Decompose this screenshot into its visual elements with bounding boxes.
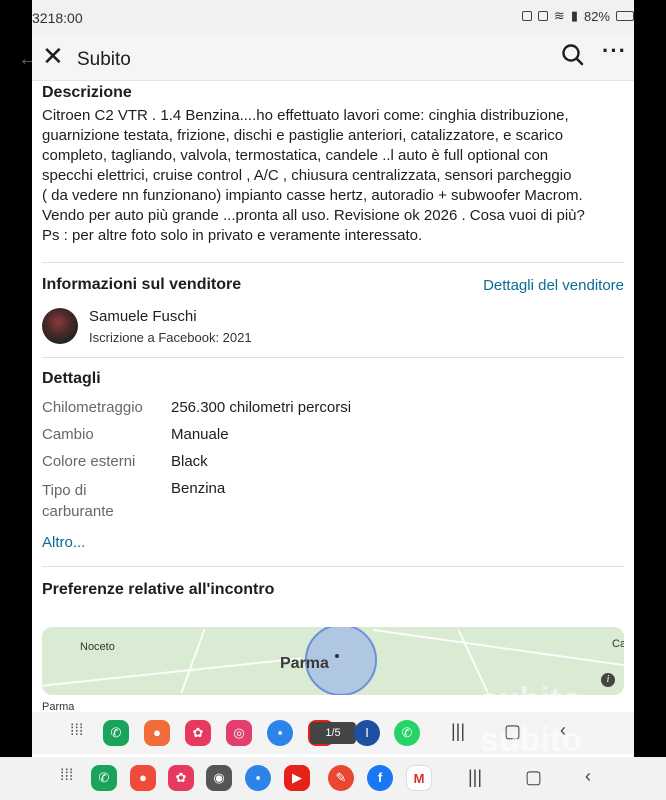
detail-label: Cambio <box>42 426 94 443</box>
info-icon[interactable]: i <box>601 673 615 687</box>
instagram-app-icon[interactable]: ◎ <box>226 720 252 746</box>
page-title: Subito <box>77 49 131 70</box>
seller-section-title: Informazioni sul venditore <box>42 276 242 293</box>
facebook-app-icon[interactable]: f <box>367 765 393 791</box>
signal-icon: ▮ <box>570 8 578 23</box>
home-icon[interactable]: ▢ <box>525 767 542 788</box>
map-town-label: Noceto <box>80 641 115 653</box>
map-center-dot <box>335 654 339 658</box>
gallery-app-icon[interactable]: ✿ <box>168 765 194 791</box>
description-title: Descrizione <box>42 84 132 101</box>
back-icon[interactable]: ‹ <box>585 766 591 787</box>
search-icon[interactable] <box>560 42 586 68</box>
messages-app-icon[interactable]: ▪ <box>245 765 271 791</box>
detail-label: Chilometraggio <box>42 399 143 416</box>
seller-joined: Iscrizione a Facebook: 2021 <box>89 330 252 345</box>
contacts-app-icon[interactable]: ● <box>144 720 170 746</box>
map-road <box>373 628 624 668</box>
system-taskbar: ⁞⁞⁞ ✆ ● ✿ ◉ ▪ ▶ ✎ f M ||| ▢ ‹ <box>0 757 666 800</box>
status-bar: 3218:00 ≋ ▮ 82% <box>32 0 634 36</box>
description-text: Citroen C2 VTR . 1.4 Benzina....ho effet… <box>42 107 585 244</box>
watermark-text: subito <box>480 721 582 759</box>
top-bar: ✕ Subito ··· <box>32 36 634 81</box>
more-details-link[interactable]: Altro... <box>42 534 624 551</box>
listing-content: Descrizione Citroen C2 VTR . 1.4 Benzina… <box>42 80 624 599</box>
battery-percent: 82% <box>583 8 610 24</box>
seller-details-link[interactable]: Dettagli del venditore <box>483 277 624 294</box>
app-drawer-icon[interactable]: ⁞⁞⁞ <box>70 722 83 740</box>
battery-icon <box>616 11 634 21</box>
alarm-icon <box>537 11 548 21</box>
detail-value: Black <box>171 453 208 470</box>
detail-row: Tipo di carburante Benzina <box>42 480 624 534</box>
more-options-icon[interactable]: ··· <box>602 38 627 64</box>
camera-app-icon[interactable]: ◉ <box>206 765 232 791</box>
recent-apps-icon[interactable]: ||| <box>468 767 482 788</box>
meeting-title: Preferenze relative all'incontro <box>42 581 275 598</box>
detail-value: 256.300 chilometri percorsi <box>171 399 352 416</box>
detail-row: Colore esterni Black <box>42 453 624 480</box>
recent-apps-icon[interactable]: ||| <box>451 721 465 742</box>
status-icons: ≋ ▮ 82% <box>521 8 634 24</box>
whatsapp-app-icon[interactable]: ✆ <box>394 720 420 746</box>
map-road <box>180 628 206 694</box>
detail-label: Tipo di carburante <box>42 482 114 520</box>
phone-frame: ← 3218:00 ≋ ▮ 82% ✕ Subito ··· Descrizio… <box>0 0 666 800</box>
subito-watermark: subito subito <box>480 680 582 760</box>
messages-app-icon[interactable]: ▪ <box>267 720 293 746</box>
app-drawer-icon[interactable]: ⁞⁞⁞ <box>60 767 73 785</box>
detail-label: Colore esterni <box>42 453 136 470</box>
wifi-icon: ≋ <box>553 8 565 23</box>
youtube-app-icon[interactable]: ▶ <box>284 765 310 791</box>
map-city-label: Parma <box>280 655 329 672</box>
gmail-app-icon[interactable]: M <box>406 765 432 791</box>
phone-app-icon[interactable]: ✆ <box>91 765 117 791</box>
media-page-badge: 1/5 <box>310 722 356 744</box>
detail-value: Benzina <box>171 480 226 497</box>
app-screen: 3218:00 ≋ ▮ 82% ✕ Subito ··· Descrizione… <box>32 0 634 757</box>
gallery-app-icon[interactable]: ✿ <box>185 720 211 746</box>
avatar[interactable] <box>42 308 78 344</box>
seller-name[interactable]: Samuele Fuschi <box>89 308 197 325</box>
notification-icon <box>521 11 532 21</box>
detail-row: Cambio Manuale <box>42 426 624 453</box>
contacts-app-icon[interactable]: ● <box>130 765 156 791</box>
detail-row: Chilometraggio 256.300 chilometri percor… <box>42 399 624 426</box>
details-title: Dettagli <box>42 370 101 387</box>
detail-value: Manuale <box>171 426 229 443</box>
app-icon[interactable]: I <box>354 720 380 746</box>
watermark-text: subito <box>480 681 582 719</box>
status-time: 3218:00 <box>32 10 83 26</box>
phone-app-icon[interactable]: ✆ <box>103 720 129 746</box>
app-icon[interactable]: ✎ <box>328 765 354 791</box>
seller-card[interactable]: Samuele Fuschi Iscrizione a Facebook: 20… <box>42 308 624 348</box>
close-icon[interactable]: ✕ <box>42 42 64 70</box>
seller-header: Informazioni sul venditore Dettagli del … <box>42 276 624 300</box>
map-road <box>42 657 302 687</box>
map-edge-label: Cas <box>612 638 624 650</box>
